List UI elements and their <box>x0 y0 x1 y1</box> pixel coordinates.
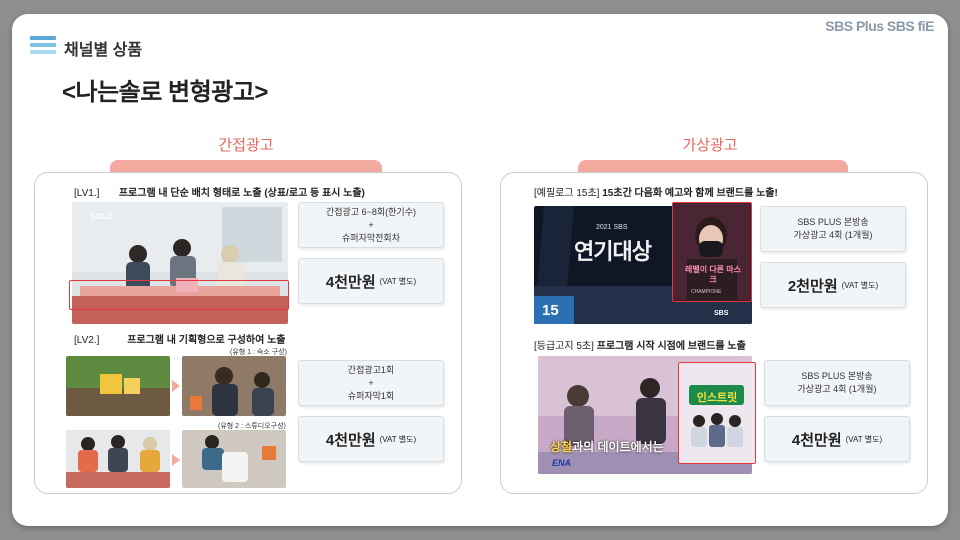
vad2-info-box: SBS PLUS 본방송 가상광고 4회 (1개월) <box>764 360 910 406</box>
vad2-brand: ENA <box>552 458 572 468</box>
lv2-photo-a <box>66 356 170 416</box>
lv2-photo-c <box>66 430 170 488</box>
slide: 채널별 상품 SBS Plus SBS fiE <나는솔로 변형광고> 간접광고… <box>12 14 948 526</box>
lv1-label: [LV1.] 프로그램 내 단순 배치 형태로 노출 (상표/로고 등 표시 노… <box>74 188 365 199</box>
vad2-price-box: 4천만원 (VAT 별도) <box>764 416 910 462</box>
left-heading: 간접광고 <box>218 137 274 154</box>
lv1-price: 4천만원 <box>325 273 376 291</box>
screen-year: 2021 SBS <box>596 224 628 231</box>
screen-brand: SBS <box>714 310 729 317</box>
solo-logo: SOLO <box>90 212 113 221</box>
lv2-photo-d <box>182 430 286 488</box>
vad1-label: [예필로그 15초] 15초간 다음화 예고와 함께 브랜드를 노출! <box>534 188 778 199</box>
lv1-info-line1: 간접광고 6~8회(한기수) <box>325 206 416 217</box>
lv2-price-box: 4천만원 (VAT 별도) <box>298 416 444 462</box>
vad2-info-line2: 가상광고 4회 (1개월) <box>797 384 877 394</box>
right-heading: 가상광고 <box>682 137 738 154</box>
section-title: 채널별 상품 <box>64 42 143 59</box>
vad1-info-line1: SBS PLUS 본방송 <box>797 217 869 227</box>
menu-icon <box>30 36 56 54</box>
vad2-ad-box: 인스트릿 <box>678 362 756 464</box>
vad1-ad-text: 레벨이 다른 마스크 <box>685 265 741 284</box>
lv2-info-plus: + <box>368 377 374 388</box>
lv1-info-plus: + <box>368 219 374 230</box>
lv2-vat: (VAT 별도) <box>379 434 417 444</box>
lv1-info-line2: 슈퍼자막전회차 <box>342 232 400 243</box>
lv1-highlight-box <box>69 280 289 310</box>
lv2-label: [LV2.] 프로그램 내 기획형으로 구성하여 노출 <box>74 335 286 346</box>
arrow-icon <box>172 454 180 466</box>
lv2-info-line1: 간접광고1회 <box>347 364 395 375</box>
lv1-vat: (VAT 별도) <box>379 276 417 286</box>
vad2-price: 4천만원 <box>791 431 842 449</box>
lv1-info-box: 간접광고 6~8회(한기수) + 슈퍼자막전회차 <box>298 202 444 248</box>
screen-title: 연기대상 <box>574 239 652 264</box>
vad1-price: 2천만원 <box>787 277 838 295</box>
lv2-price: 4천만원 <box>325 431 376 449</box>
vad1-info-box: SBS PLUS 본방송 가상광고 4회 (1개월) <box>760 206 906 252</box>
page-title: <나는솔로 변형광고> <box>62 79 268 106</box>
vad1-price-box: 2천만원 (VAT 별도) <box>760 262 906 308</box>
channel-logo: SBS Plus SBS fiE <box>825 18 934 34</box>
arrow-icon <box>172 380 180 392</box>
vad2-vat: (VAT 별도) <box>845 434 883 444</box>
screen-number: 15 <box>542 302 559 319</box>
vad1-ad-sub: CHAMPIONE <box>691 289 722 295</box>
vad2-ad-text: 인스트릿 <box>696 392 738 404</box>
lv1-price-box: 4천만원 (VAT 별도) <box>298 258 444 304</box>
vad1-vat: (VAT 별도) <box>841 280 879 290</box>
lv2-info-box: 간접광고1회 + 슈퍼자막1회 <box>298 360 444 406</box>
vad1-info-line2: 가상광고 4회 (1개월) <box>793 230 873 240</box>
vad2-caption: 상철과의 데이트에서는 <box>550 440 664 454</box>
lv2-photo-b <box>182 356 286 416</box>
lv2-info-line2: 슈퍼자막1회 <box>347 390 395 401</box>
vad2-label: [등급고지 5초] 프로그램 시작 시점에 브랜드를 노출 <box>534 341 746 352</box>
vad1-ad-box: 레벨이 다른 마스크 CHAMPIONE <box>672 202 752 302</box>
vad2-info-line1: SBS PLUS 본방송 <box>801 371 873 381</box>
